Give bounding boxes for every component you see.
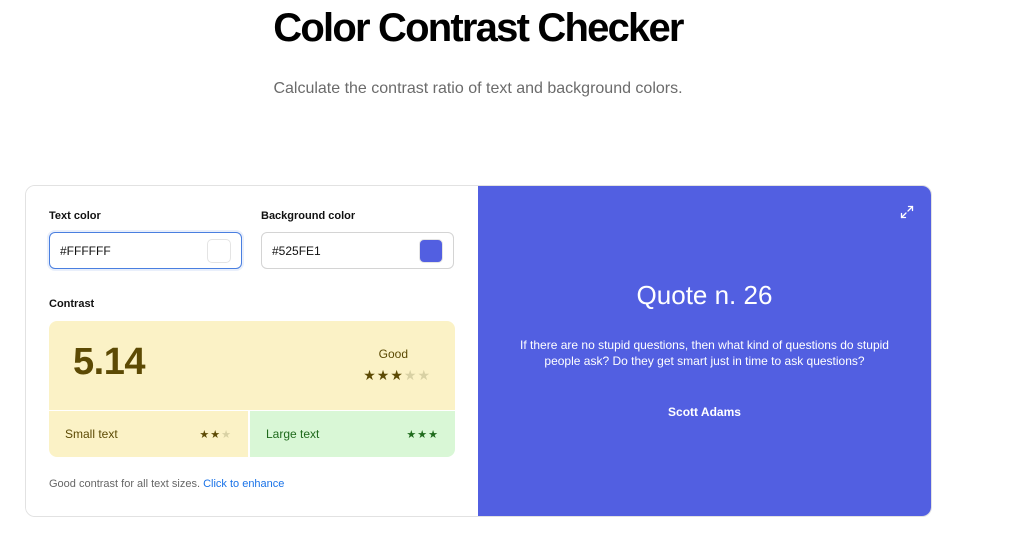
- page-subtitle: Calculate the contrast ratio of text and…: [273, 80, 683, 97]
- page-title: Color Contrast Checker: [273, 6, 684, 50]
- star-icon: ★: [406, 428, 418, 441]
- background-color-input[interactable]: #525FE1: [261, 232, 454, 269]
- contrast-ratio: 5.14: [73, 341, 145, 383]
- star-icon: ★: [210, 428, 222, 441]
- star-icon: ★: [221, 428, 232, 441]
- text-color-swatch[interactable]: [207, 238, 231, 263]
- background-color-label: Background color: [261, 210, 356, 222]
- background-color-swatch[interactable]: [419, 238, 443, 263]
- large-text-result: Large text ★★★: [250, 411, 455, 457]
- text-size-results: Small text ★★★ Large text ★★★: [49, 410, 455, 457]
- star-icon: ★: [428, 428, 439, 441]
- text-color-value[interactable]: #FFFFFF: [60, 244, 207, 258]
- text-color-label: Text color: [49, 210, 101, 222]
- small-text-label: Small text: [65, 427, 118, 441]
- large-text-stars: ★★★: [406, 428, 439, 441]
- text-color-input[interactable]: #FFFFFF: [49, 232, 242, 269]
- star-icon: ★: [403, 367, 418, 383]
- large-text-label: Large text: [266, 427, 320, 441]
- enhance-link[interactable]: Click to enhance: [203, 478, 284, 490]
- quote-author: Scott Adams: [668, 405, 741, 419]
- background-color-value[interactable]: #525FE1: [272, 244, 419, 258]
- rating-stars: ★★★★★: [363, 367, 431, 384]
- star-icon: ★: [363, 367, 377, 383]
- small-text-result: Small text ★★★: [49, 411, 250, 457]
- expand-arrows-icon[interactable]: [899, 204, 915, 220]
- contrast-note: Good contrast for all text sizes. Click …: [49, 478, 284, 490]
- star-icon: ★: [417, 367, 431, 383]
- preview-panel: Quote n. 26 If there are no stupid quest…: [478, 186, 931, 516]
- controls-panel: Text color #FFFFFF Background color #525…: [26, 186, 478, 516]
- contrast-note-text: Good contrast for all text sizes.: [49, 478, 201, 490]
- star-icon: ★: [199, 428, 211, 441]
- quote-title: Quote n. 26: [636, 280, 773, 310]
- star-icon: ★: [376, 367, 391, 383]
- contrast-checker-card: Text color #FFFFFF Background color #525…: [25, 185, 932, 517]
- quote-text: If there are no stupid questions, then w…: [520, 338, 889, 368]
- star-icon: ★: [417, 428, 429, 441]
- contrast-result: 5.14 Good ★★★★★ Small text ★★★ Large tex…: [49, 321, 455, 457]
- contrast-label: Contrast: [49, 298, 95, 310]
- star-icon: ★: [390, 367, 404, 383]
- contrast-summary: 5.14 Good ★★★★★: [49, 321, 455, 410]
- contrast-rating: Good: [378, 347, 408, 361]
- small-text-stars: ★★★: [199, 428, 232, 441]
